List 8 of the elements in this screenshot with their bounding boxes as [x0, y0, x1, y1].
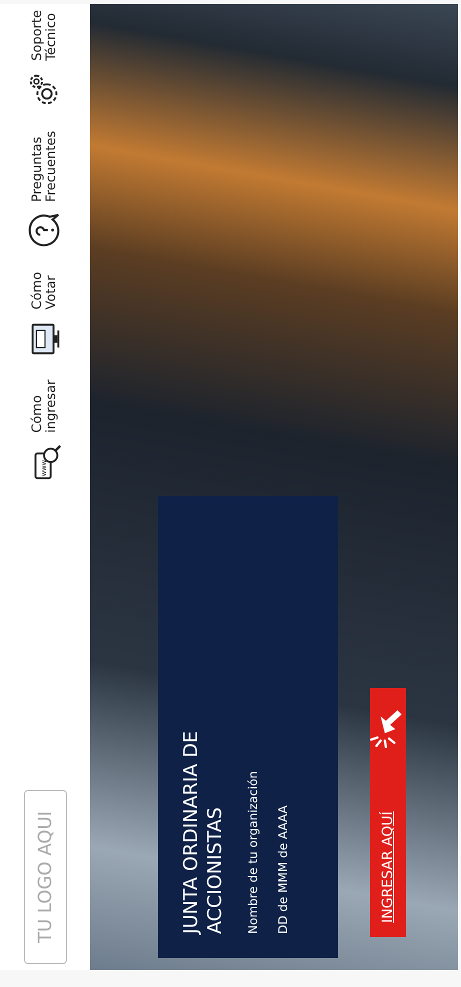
nav-link[interactable]: Preguntas Frecuentes — [26, 130, 64, 250]
nav-link[interactable]: Cómo Votar — [26, 272, 64, 358]
enter-button[interactable]: INGRESAR AQUÍ — [370, 688, 406, 937]
event-date: DD de MMM de AAAA — [276, 804, 290, 934]
logo: TU LOGO AQUI — [24, 790, 66, 964]
organization-name: Nombre de tu organización — [246, 770, 260, 934]
event-title: JUNTA ORDINARIA DE ACCIONISTAS — [180, 730, 227, 934]
nav-link[interactable]: Soporte Técnico — [26, 10, 64, 109]
